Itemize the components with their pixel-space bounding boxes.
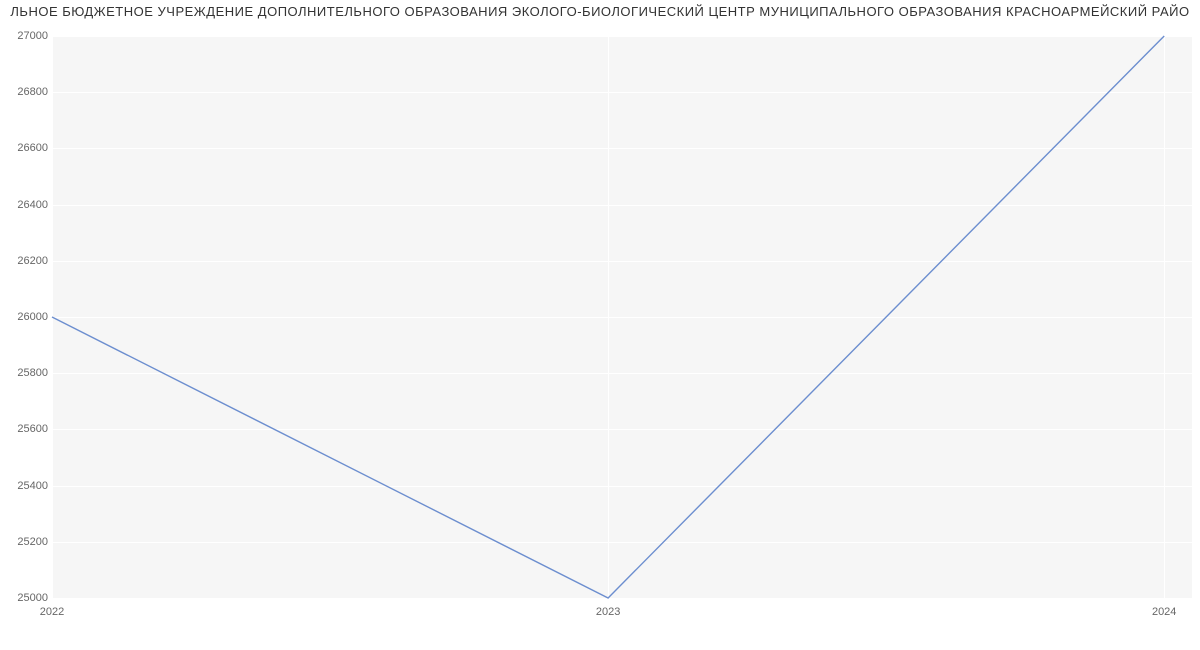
chart-title: ЛЬНОЕ БЮДЖЕТНОЕ УЧРЕЖДЕНИЕ ДОПОЛНИТЕЛЬНО… <box>0 4 1200 19</box>
y-tick-label: 27000 <box>4 30 48 42</box>
y-tick-label: 26400 <box>4 199 48 211</box>
chart-area: 25000 25200 25400 25600 25800 26000 26200 26400… <box>0 24 1200 644</box>
x-tick-label: 2023 <box>596 606 620 618</box>
y-tick-label: 26200 <box>4 255 48 267</box>
y-tick-label: 26800 <box>4 86 48 98</box>
y-tick-label: 25000 <box>4 592 48 604</box>
y-tick-label: 26600 <box>4 142 48 154</box>
y-tick-label: 25400 <box>4 480 48 492</box>
x-tick-label: 2022 <box>40 606 64 618</box>
plot-region <box>52 36 1192 598</box>
x-tick-label: 2024 <box>1152 606 1176 618</box>
y-tick-label: 25600 <box>4 423 48 435</box>
y-tick-label: 26000 <box>4 311 48 323</box>
y-tick-label: 25800 <box>4 367 48 379</box>
y-tick-label: 25200 <box>4 536 48 548</box>
hgrid-line <box>52 598 1192 599</box>
line-series <box>52 36 1192 598</box>
